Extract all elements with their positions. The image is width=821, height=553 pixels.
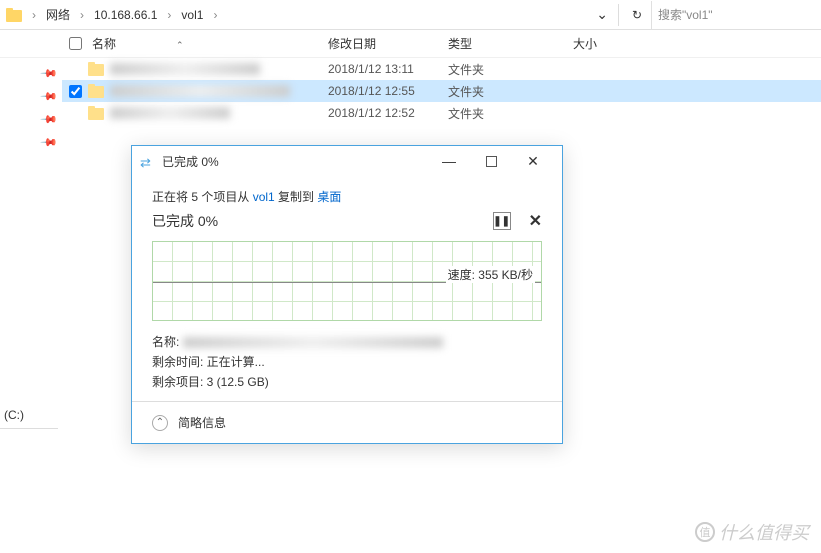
file-name: [110, 63, 328, 75]
file-date: 2018/1/12 12:55: [328, 84, 448, 98]
speed-label: 速度: 355 KB/秒: [446, 266, 535, 283]
dropdown-icon[interactable]: ⌄: [590, 6, 614, 23]
chevron-right-icon: ›: [209, 8, 221, 22]
folder-icon: [88, 84, 104, 98]
column-date[interactable]: 修改日期: [328, 35, 448, 52]
file-type: 文件夹: [448, 83, 573, 100]
row-checkbox[interactable]: [62, 85, 88, 98]
folder-icon: [6, 8, 22, 22]
watermark-badge-icon: 值: [695, 522, 715, 542]
watermark-text: 什么值得买: [719, 519, 809, 545]
source-link[interactable]: vol1: [253, 190, 275, 204]
list-item[interactable]: 2018/1/12 12:55 文件夹: [62, 80, 821, 102]
file-name: [110, 85, 328, 97]
maximize-button[interactable]: [470, 147, 512, 175]
file-type: 文件夹: [448, 61, 573, 78]
progress-label: 已完成 0%: [152, 211, 218, 231]
pin-icon[interactable]: 📌: [39, 110, 59, 130]
sidebar: 📌 📌 📌 📌 (C:): [0, 58, 62, 458]
cancel-button[interactable]: ✕: [529, 211, 542, 231]
list-item[interactable]: 2018/1/12 12:52 文件夹: [62, 102, 821, 124]
copy-description: 正在将 5 个项目从 vol1 复制到 桌面: [152, 188, 542, 205]
watermark: 值 什么值得买: [695, 519, 809, 545]
pin-icon[interactable]: 📌: [39, 87, 59, 107]
dialog-title: 已完成 0%: [162, 153, 219, 170]
file-list: 2018/1/12 13:11 文件夹 2018/1/12 12:55 文件夹 …: [62, 58, 821, 124]
column-size[interactable]: 大小: [573, 35, 653, 52]
file-type: 文件夹: [448, 105, 573, 122]
column-type[interactable]: 类型: [448, 35, 573, 52]
column-name[interactable]: 名称⌃: [88, 35, 328, 52]
select-all-checkbox[interactable]: [62, 37, 88, 50]
column-headers: 名称⌃ 修改日期 类型 大小: [0, 30, 821, 58]
destination-link[interactable]: 桌面: [317, 190, 341, 204]
close-button[interactable]: ✕: [512, 147, 554, 175]
breadcrumb-root[interactable]: 网络: [40, 6, 76, 23]
copy-icon: ⇄: [140, 155, 156, 167]
copy-name-line: 名称:: [152, 333, 542, 350]
remaining-time: 剩余时间: 正在计算...: [152, 353, 542, 370]
file-date: 2018/1/12 12:52: [328, 106, 448, 120]
speed-chart: 速度: 355 KB/秒: [152, 241, 542, 321]
copy-progress-dialog: ⇄ 已完成 0% — ✕ 正在将 5 个项目从 vol1 复制到 桌面 已完成 …: [131, 145, 563, 444]
pause-button[interactable]: ❚❚: [493, 212, 511, 230]
chevron-right-icon: ›: [76, 8, 88, 22]
folder-icon: [88, 62, 104, 76]
breadcrumb-host[interactable]: 10.168.66.1: [88, 8, 163, 22]
pin-icon[interactable]: 📌: [39, 133, 59, 153]
separator: [0, 428, 58, 429]
collapse-icon[interactable]: ⌃: [152, 415, 168, 431]
dialog-footer: ⌃ 简略信息: [132, 401, 562, 443]
footer-label[interactable]: 简略信息: [178, 414, 226, 431]
list-item[interactable]: 2018/1/12 13:11 文件夹: [62, 58, 821, 80]
file-name: [110, 107, 328, 119]
minimize-button[interactable]: —: [428, 147, 470, 175]
refresh-icon[interactable]: ↻: [629, 7, 645, 23]
search-input[interactable]: 搜索"vol1": [651, 1, 821, 29]
dialog-body: 正在将 5 个项目从 vol1 复制到 桌面 已完成 0% ❚❚ ✕ 速度: 3…: [132, 176, 562, 401]
address-bar: › 网络 › 10.168.66.1 › vol1 › ⌄ ↻ 搜索"vol1": [0, 0, 821, 30]
drive-label[interactable]: (C:): [0, 408, 24, 422]
chevron-right-icon: ›: [28, 8, 40, 22]
separator: [618, 4, 619, 26]
sort-arrow-icon: ⌃: [176, 40, 184, 50]
pin-icon[interactable]: 📌: [39, 64, 59, 84]
folder-icon: [88, 106, 104, 120]
remaining-items: 剩余项目: 3 (12.5 GB): [152, 373, 542, 390]
chevron-right-icon: ›: [163, 8, 175, 22]
dialog-titlebar[interactable]: ⇄ 已完成 0% — ✕: [132, 146, 562, 176]
file-date: 2018/1/12 13:11: [328, 62, 448, 76]
breadcrumb-folder[interactable]: vol1: [175, 8, 209, 22]
